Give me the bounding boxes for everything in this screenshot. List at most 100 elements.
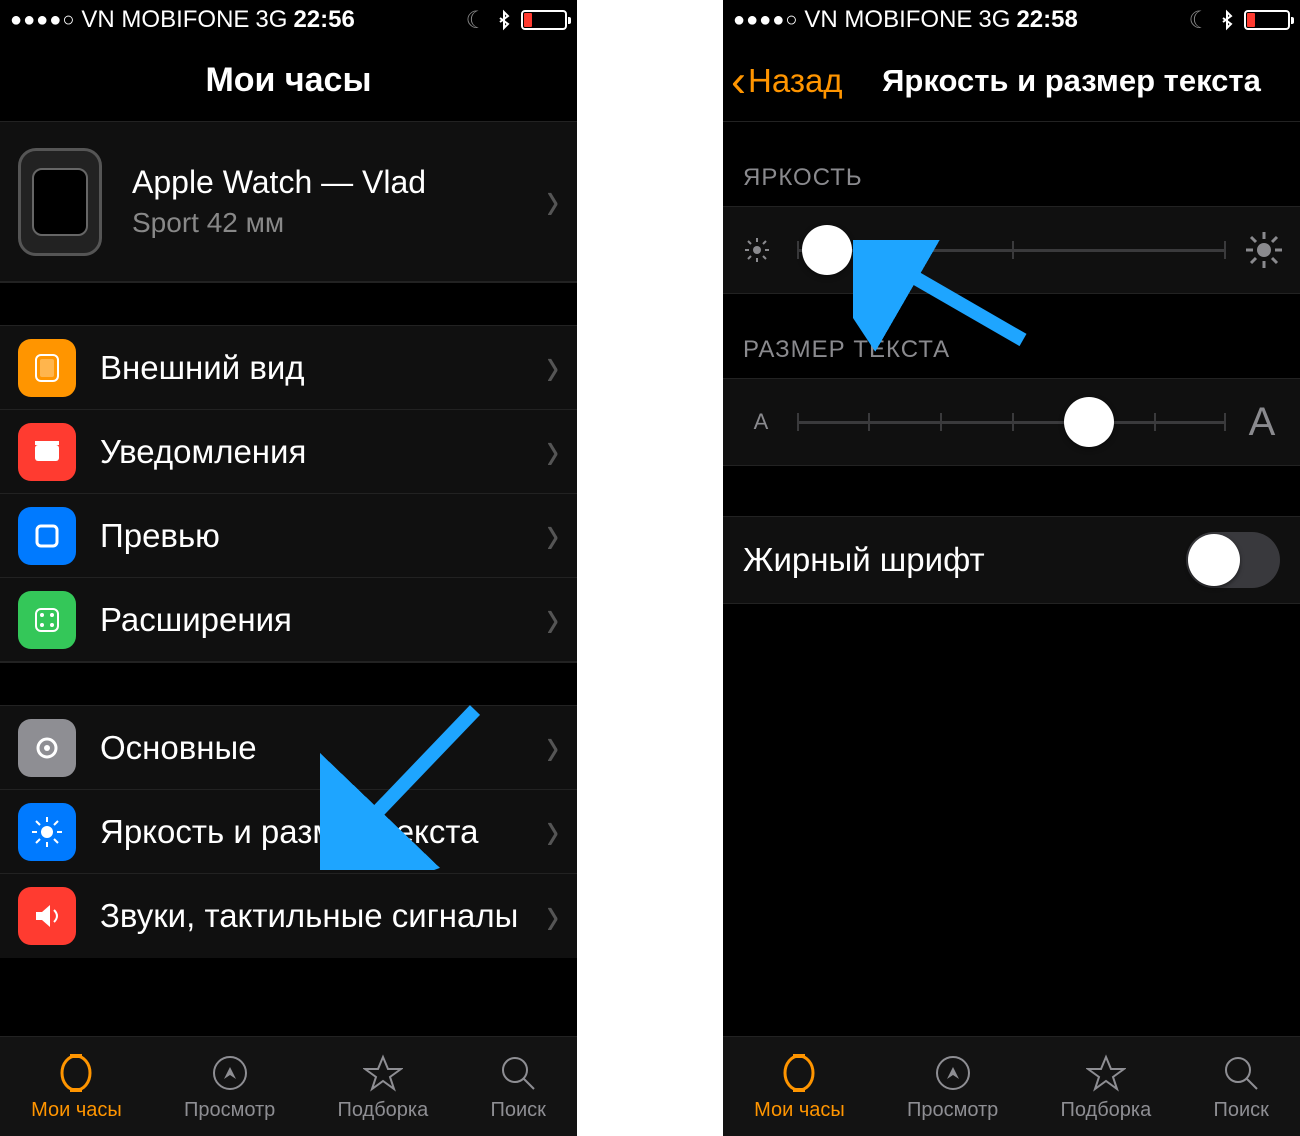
- chevron-left-icon: ‹: [731, 58, 746, 103]
- slider-thumb[interactable]: [1064, 397, 1114, 447]
- preview-icon: [18, 507, 76, 565]
- brightness-high-icon: [1244, 230, 1280, 270]
- signal-dots: ●●●●○: [10, 9, 75, 32]
- compass-icon: [933, 1051, 973, 1095]
- gear-icon: [18, 719, 76, 777]
- row-brightness-text-size[interactable]: Яркость и размер текста ›: [0, 790, 577, 874]
- textsize-small-icon: A: [743, 409, 779, 435]
- appearance-icon: [18, 339, 76, 397]
- brightness-slider[interactable]: [797, 249, 1226, 252]
- network-label: 3G: [255, 6, 287, 34]
- row-extensions[interactable]: Расширения ›: [0, 578, 577, 662]
- back-button[interactable]: ‹ Назад: [731, 58, 843, 103]
- row-label: Внешний вид: [100, 349, 536, 387]
- brightness-slider-row: [723, 206, 1300, 294]
- textsize-section-header: РАЗМЕР ТЕКСТА: [723, 294, 1300, 378]
- tab-featured[interactable]: Подборка: [1061, 1051, 1152, 1122]
- row-label: Звуки, тактильные сигналы: [100, 897, 536, 935]
- chevron-right-icon: ›: [546, 335, 559, 400]
- tab-featured[interactable]: Подборка: [338, 1051, 429, 1122]
- page-title: Мои часы: [205, 61, 371, 100]
- search-icon: [1221, 1051, 1261, 1095]
- textsize-large-icon: A: [1244, 400, 1280, 445]
- chevron-right-icon: ›: [546, 503, 559, 568]
- row-notifications[interactable]: Уведомления ›: [0, 410, 577, 494]
- carrier-label: VN MOBIFONE: [804, 6, 972, 34]
- brightness-low-icon: [743, 236, 779, 264]
- right-screenshot: ●●●●○ VN MOBIFONE 3G 22:58 ☾ ‹ Назад Ярк…: [723, 0, 1300, 1136]
- carrier-label: VN MOBIFONE: [81, 6, 249, 34]
- brightness-section-header: ЯРКОСТЬ: [723, 122, 1300, 206]
- chevron-right-icon: ›: [546, 884, 559, 949]
- bluetooth-icon: [495, 7, 513, 33]
- moon-icon: ☾: [1188, 6, 1210, 35]
- watch-thumbnail-icon: [18, 148, 102, 256]
- extensions-icon: [18, 591, 76, 649]
- battery-icon: [1244, 10, 1290, 30]
- watch-tab-icon: [56, 1051, 96, 1095]
- notifications-icon: [18, 423, 76, 481]
- back-label: Назад: [748, 62, 843, 100]
- chevron-right-icon: ›: [546, 419, 559, 484]
- tab-label: Поиск: [490, 1099, 545, 1122]
- watch-model: Sport 42 мм: [132, 207, 536, 239]
- textsize-slider[interactable]: [797, 421, 1226, 424]
- row-label: Расширения: [100, 601, 536, 639]
- row-appearance[interactable]: Внешний вид ›: [0, 326, 577, 410]
- moon-icon: ☾: [465, 6, 487, 35]
- switch-knob: [1188, 534, 1240, 586]
- search-icon: [498, 1051, 538, 1095]
- tab-browse[interactable]: Просмотр: [907, 1051, 998, 1122]
- signal-dots: ●●●●○: [733, 9, 798, 32]
- tab-search[interactable]: Поиск: [1213, 1051, 1268, 1122]
- chevron-right-icon: ›: [546, 169, 559, 234]
- bluetooth-icon: [1218, 7, 1236, 33]
- tab-label: Подборка: [338, 1099, 429, 1122]
- chevron-right-icon: ›: [546, 587, 559, 652]
- status-bar: ●●●●○ VN MOBIFONE 3G 22:58 ☾: [723, 0, 1300, 40]
- left-screenshot: ●●●●○ VN MOBIFONE 3G 22:56 ☾ Мои часы Ap…: [0, 0, 577, 1136]
- tab-browse[interactable]: Просмотр: [184, 1051, 275, 1122]
- tab-label: Подборка: [1061, 1099, 1152, 1122]
- row-preview[interactable]: Превью ›: [0, 494, 577, 578]
- sound-icon: [18, 887, 76, 945]
- star-icon: [1086, 1051, 1126, 1095]
- bold-font-switch[interactable]: [1186, 532, 1280, 588]
- tab-label: Мои часы: [31, 1099, 122, 1122]
- row-label: Яркость и размер текста: [100, 813, 536, 851]
- clock-label: 22:56: [293, 6, 354, 34]
- row-label: Превью: [100, 517, 536, 555]
- network-label: 3G: [978, 6, 1010, 34]
- tab-search[interactable]: Поиск: [490, 1051, 545, 1122]
- bold-font-label: Жирный шрифт: [743, 541, 985, 579]
- tab-my-watch[interactable]: Мои часы: [754, 1051, 845, 1122]
- watch-device-row[interactable]: Apple Watch — Vlad Sport 42 мм ›: [0, 122, 577, 282]
- tab-my-watch[interactable]: Мои часы: [31, 1051, 122, 1122]
- tab-label: Мои часы: [754, 1099, 845, 1122]
- nav-header: ‹ Назад Яркость и размер текста: [723, 40, 1300, 122]
- row-general[interactable]: Основные ›: [0, 706, 577, 790]
- row-label: Основные: [100, 729, 536, 767]
- row-label: Уведомления: [100, 433, 536, 471]
- status-bar: ●●●●○ VN MOBIFONE 3G 22:56 ☾: [0, 0, 577, 40]
- row-sounds-haptics[interactable]: Звуки, тактильные сигналы ›: [0, 874, 577, 958]
- clock-label: 22:58: [1016, 6, 1077, 34]
- bold-font-row: Жирный шрифт: [723, 516, 1300, 604]
- tab-label: Поиск: [1213, 1099, 1268, 1122]
- compass-icon: [210, 1051, 250, 1095]
- tab-bar: Мои часы Просмотр Подборка Поиск: [0, 1036, 577, 1136]
- chevron-right-icon: ›: [546, 799, 559, 864]
- star-icon: [363, 1051, 403, 1095]
- watch-tab-icon: [779, 1051, 819, 1095]
- slider-thumb[interactable]: [802, 225, 852, 275]
- textsize-slider-row: A A: [723, 378, 1300, 466]
- tab-bar: Мои часы Просмотр Подборка Поиск: [723, 1036, 1300, 1136]
- nav-header: Мои часы: [0, 40, 577, 122]
- page-title: Яркость и размер текста: [882, 63, 1261, 99]
- tab-label: Просмотр: [907, 1099, 998, 1122]
- brightness-icon: [18, 803, 76, 861]
- watch-name: Apple Watch — Vlad: [132, 164, 536, 201]
- chevron-right-icon: ›: [546, 715, 559, 780]
- tab-label: Просмотр: [184, 1099, 275, 1122]
- battery-icon: [521, 10, 567, 30]
